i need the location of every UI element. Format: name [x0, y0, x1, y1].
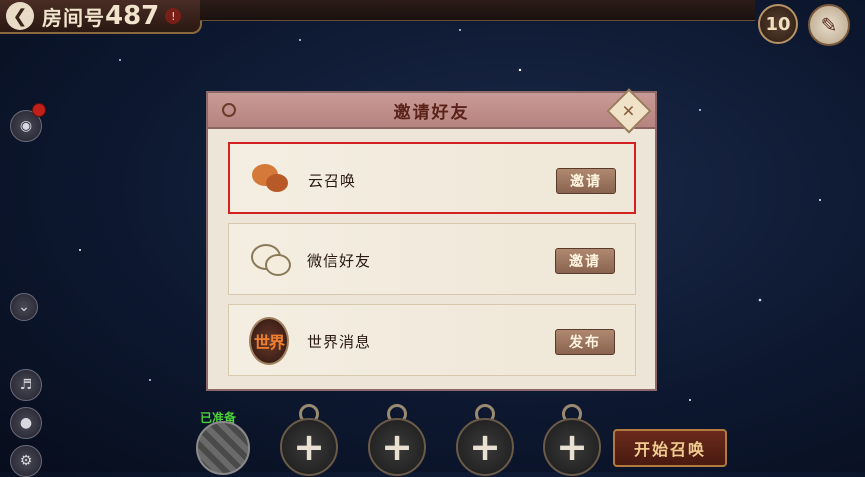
add-slot-button[interactable]: +: [456, 418, 514, 476]
room-number: 487: [105, 1, 160, 31]
start-summon-button[interactable]: 开始召唤: [613, 429, 727, 467]
top-strip: [200, 0, 755, 21]
option-label: 微信好友: [307, 252, 372, 270]
option-world-message[interactable]: 世界 世界消息 发布: [228, 304, 636, 376]
invite-button[interactable]: 邀请: [556, 168, 616, 194]
settings-icon[interactable]: ⚙: [10, 445, 42, 477]
broom-icon[interactable]: ✎: [808, 4, 850, 46]
option-label: 世界消息: [307, 333, 372, 351]
ornament-icon: [222, 103, 236, 117]
world-icon: 世界: [249, 317, 289, 365]
wechat-icon: [249, 240, 291, 280]
option-wechat[interactable]: 微信好友 邀请: [228, 223, 636, 295]
room-label: 房间号: [42, 5, 105, 30]
chevron-down-icon[interactable]: ⌄: [10, 293, 38, 321]
info-icon[interactable]: !: [165, 8, 182, 24]
dialog-header: 邀请好友 ✕: [208, 88, 655, 134]
microphone-icon[interactable]: ●: [10, 407, 42, 439]
invite-dialog: 邀请好友 ✕ 云召唤 邀请 微信好友 邀请 世界 世界消息 发布: [206, 88, 657, 391]
add-slot-button[interactable]: +: [368, 418, 426, 476]
world-icon-text: 世界: [249, 317, 289, 365]
cloud-chat-icon: [250, 160, 290, 200]
invite-button[interactable]: 邀请: [555, 248, 615, 274]
notification-dot: [32, 103, 46, 117]
dialog-title: 邀请好友: [393, 102, 470, 123]
back-arrow-icon[interactable]: ❮: [6, 2, 34, 30]
option-label: 云召唤: [308, 172, 357, 190]
add-slot-button[interactable]: +: [543, 418, 601, 476]
count-badge[interactable]: 10: [758, 4, 798, 44]
speaker-icon[interactable]: ♬: [10, 369, 42, 401]
close-icon[interactable]: ✕: [606, 88, 652, 134]
avatar[interactable]: [196, 421, 250, 475]
add-slot-button[interactable]: +: [280, 418, 338, 476]
room-header: ❮ 房间号 487 !: [0, 0, 202, 34]
option-cloud-summon[interactable]: 云召唤 邀请: [228, 142, 636, 214]
publish-button[interactable]: 发布: [555, 329, 615, 355]
